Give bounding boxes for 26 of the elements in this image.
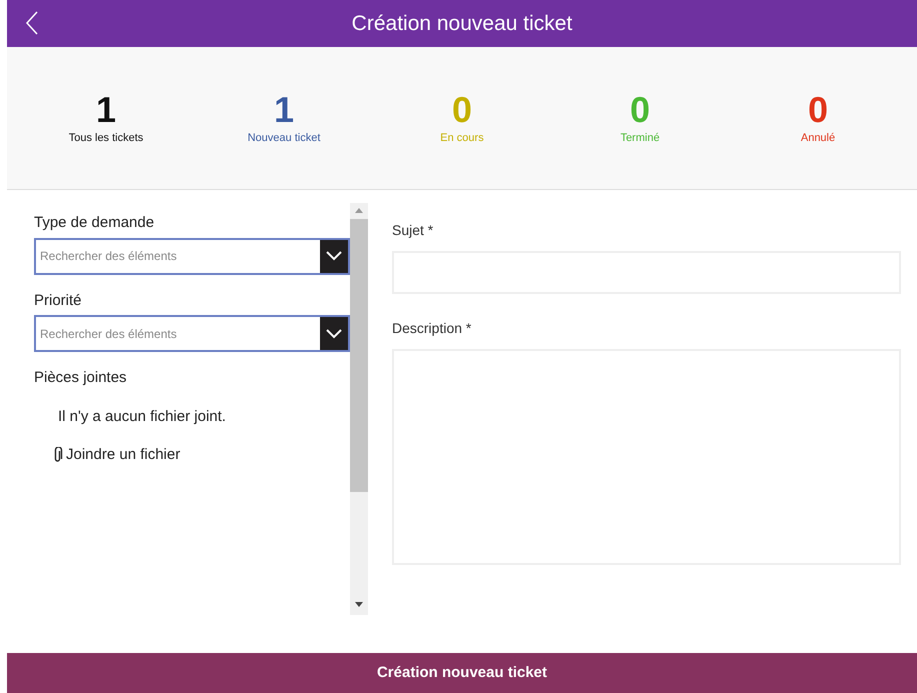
field-label: Description * — [392, 319, 472, 338]
attachments-label: Pièces jointes — [34, 368, 128, 388]
scroll-up-icon — [355, 208, 363, 213]
stat-count: 1 — [274, 90, 294, 130]
stat-label: Tous les tickets — [68, 130, 144, 146]
field-label: Sujet * — [392, 221, 434, 240]
back-icon — [25, 10, 39, 36]
attach-file-link[interactable]: Joindre un fichier — [54, 444, 350, 466]
field-label: Type de demande — [34, 213, 156, 233]
stat-label: En cours — [440, 130, 484, 146]
paperclip-icon — [54, 447, 63, 464]
stat-count: 0 — [808, 90, 828, 130]
stat-count: 1 — [96, 90, 116, 130]
field-label: Priorité — [34, 290, 83, 310]
scroll-down-icon — [355, 602, 363, 607]
stat-label: Annulé — [800, 130, 836, 146]
scrollbar[interactable] — [350, 203, 368, 615]
stat-label: Nouveau ticket — [248, 130, 320, 146]
stat-count: 0 — [630, 90, 650, 130]
create-ticket-button[interactable]: Création nouveau ticket — [7, 653, 917, 693]
stat-label: Terminé — [620, 130, 660, 146]
scrollbar-thumb[interactable] — [350, 219, 368, 492]
header-title: Création nouveau ticket — [352, 10, 572, 37]
back-button[interactable] — [25, 10, 39, 36]
empty-message: Il n'y a aucun fichier joint. — [58, 406, 227, 426]
stat-count: 0 — [452, 90, 472, 130]
